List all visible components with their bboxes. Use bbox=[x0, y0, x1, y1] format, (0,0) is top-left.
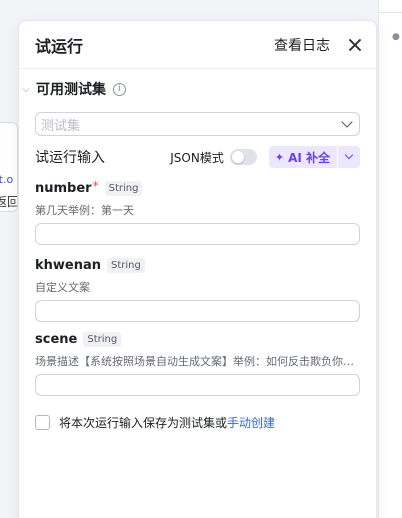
type-badge: String bbox=[104, 180, 143, 196]
field-khwenan: khwenan String 自定义文案 bbox=[35, 256, 360, 322]
ai-fill-dropdown-button[interactable] bbox=[338, 146, 360, 168]
ai-fill-label: AI 补全 bbox=[288, 150, 330, 165]
field-description: 第几天举例：第一天 bbox=[35, 204, 134, 217]
scene-input[interactable] bbox=[35, 374, 360, 396]
type-badge: String bbox=[83, 331, 122, 347]
field-scene: scene String 场景描述【系统按照场景自动生成文案】举例：如何反击欺负… bbox=[35, 330, 360, 396]
khwenan-input[interactable] bbox=[35, 300, 360, 322]
workflow-node[interactable]: ft.o 返回 bbox=[0, 122, 18, 212]
chevron-down-icon[interactable]: ⌵ bbox=[22, 84, 36, 95]
dot-icon: ● bbox=[392, 32, 400, 42]
field-name: khwenan bbox=[35, 257, 102, 273]
chevron-down-icon bbox=[341, 116, 353, 128]
run-input-header: 试运行输入 JSON模式 ✦ AI 补全 bbox=[35, 145, 360, 169]
required-mark: * bbox=[92, 179, 99, 193]
node-text: ft.o bbox=[0, 173, 14, 186]
json-mode-toggle[interactable] bbox=[229, 149, 257, 165]
type-badge: String bbox=[107, 257, 145, 273]
node-text: 返回 bbox=[0, 195, 18, 209]
test-set-title: 可用测试集 bbox=[36, 82, 106, 98]
test-set-section-header[interactable]: ⌵ 可用测试集 i bbox=[19, 78, 126, 100]
right-sidebar: ● bbox=[378, 0, 402, 518]
panel-header: 试运行 查看日志 bbox=[19, 21, 376, 69]
save-as-test-set-checkbox[interactable] bbox=[35, 414, 50, 430]
toggle-knob bbox=[231, 151, 244, 163]
field-description: 场景描述【系统按照场景自动生成文案】举例：如何反击欺负你的人 bbox=[35, 355, 360, 368]
number-input[interactable] bbox=[35, 223, 360, 245]
save-as-test-set-label: 将本次运行输入保存为测试集或 bbox=[59, 415, 228, 430]
field-name: number bbox=[35, 180, 92, 196]
field-description: 自定义文案 bbox=[35, 281, 90, 294]
save-as-test-set-row: 将本次运行输入保存为测试集或 手动创建 bbox=[35, 414, 275, 430]
chevron-down-icon bbox=[344, 150, 354, 160]
panel-title: 试运行 bbox=[35, 36, 84, 56]
info-icon[interactable]: i bbox=[113, 82, 126, 96]
test-set-select[interactable]: 测试集 bbox=[35, 112, 360, 136]
ai-fill-button-group: ✦ AI 补全 bbox=[268, 146, 360, 168]
test-run-panel: 试运行 查看日志 ⌵ 可用测试集 i 测试集 试运行输入 JSON模式 ✦ AI… bbox=[18, 20, 377, 518]
field-name: scene bbox=[35, 331, 78, 347]
sparkle-icon: ✦ bbox=[274, 150, 285, 164]
manual-create-link[interactable]: 手动创建 bbox=[227, 414, 275, 431]
divider bbox=[379, 12, 402, 13]
field-number: number * String 第几天举例：第一天 bbox=[35, 179, 360, 245]
json-mode-label: JSON模式 bbox=[170, 150, 224, 165]
run-input-title: 试运行输入 bbox=[35, 150, 105, 166]
ai-fill-button[interactable]: ✦ AI 补全 bbox=[269, 146, 337, 168]
close-icon[interactable] bbox=[348, 38, 362, 52]
test-set-placeholder: 测试集 bbox=[41, 118, 81, 134]
view-logs-button[interactable]: 查看日志 bbox=[274, 35, 330, 55]
